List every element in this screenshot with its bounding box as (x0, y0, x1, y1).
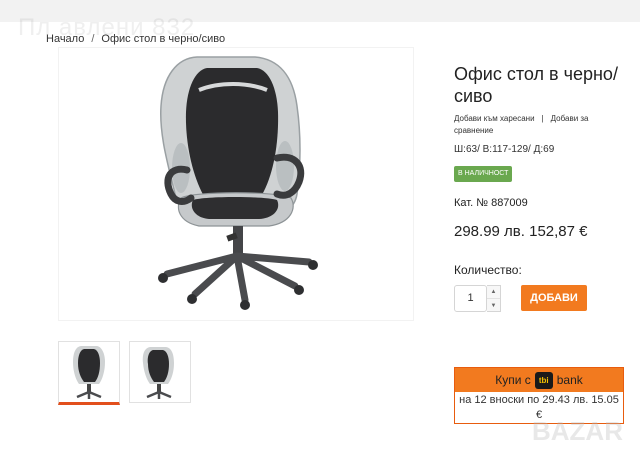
stepper-down-icon[interactable]: ▼ (487, 299, 500, 312)
quantity-label: Количество: (454, 263, 522, 277)
breadcrumb-home-link[interactable]: Начало (46, 33, 84, 45)
add-to-favorites-link[interactable]: Добави към харесани (454, 114, 535, 123)
tbi-prefix: Купи с (495, 373, 531, 387)
breadcrumb: Начало / Офис стол в черно/сиво (46, 33, 225, 45)
stock-status-badge: В НАЛИЧНОСТ (454, 166, 513, 182)
actions-separator: | (541, 114, 544, 123)
catalog-number: Кат. № 887009 (454, 197, 528, 209)
watermark-logo: BAZAR (532, 416, 623, 446)
tbi-header[interactable]: Купи с tbi bank (455, 368, 623, 392)
tbi-logo-icon: tbi (534, 371, 553, 389)
stepper-up-icon[interactable]: ▲ (487, 286, 500, 299)
quantity-input[interactable]: 1 (454, 285, 487, 312)
add-to-cart-button[interactable]: ДОБАВИ (521, 285, 587, 311)
tbi-suffix: bank (556, 373, 583, 387)
chair-thumbnail-icon (73, 346, 105, 399)
product-price: 298.99 лв. 152,87 € (454, 223, 588, 240)
product-dimensions: Ш:63/ В:117-129/ Д:69 (454, 144, 555, 155)
thumbnail-1[interactable] (58, 341, 120, 405)
quantity-stepper[interactable]: ▲ ▼ (487, 285, 501, 312)
breadcrumb-current: Офис стол в черно/сиво (101, 33, 226, 45)
chair-thumbnail-icon (142, 347, 174, 399)
product-title: Офис стол в черно/ сиво (454, 64, 618, 106)
office-chair-image (158, 56, 318, 310)
product-main-image[interactable] (58, 47, 414, 321)
thumbnail-2[interactable] (129, 341, 191, 403)
product-actions: Добави към харесани | Добави за сравнение (454, 113, 629, 137)
breadcrumb-separator: / (91, 33, 95, 45)
